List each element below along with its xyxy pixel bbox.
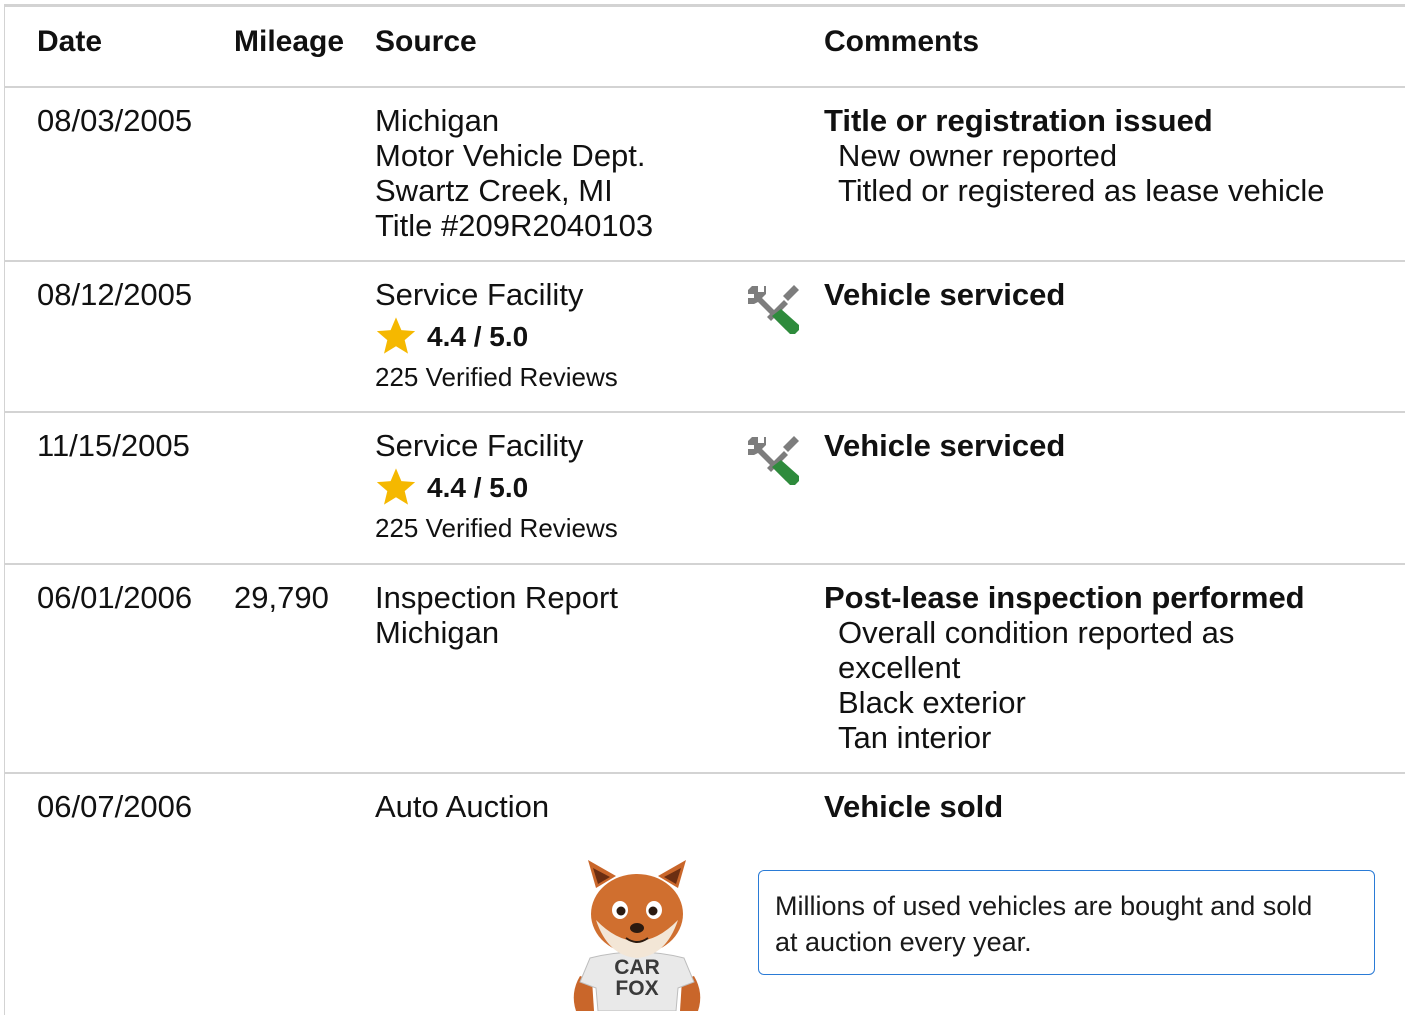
comment-detail: Titled or registered as lease vehicle <box>838 173 1325 208</box>
row-comments: Vehicle serviced <box>824 428 1065 463</box>
tip-text: at auction every year. <box>775 927 1032 957</box>
service-tools-icon <box>748 436 799 485</box>
row-date: 11/15/2005 <box>37 428 190 463</box>
comment-detail: Tan interior <box>838 720 992 755</box>
row-date: 06/07/2006 <box>37 789 193 824</box>
row-date: 08/03/2005 <box>37 103 193 138</box>
row-date: 08/12/2005 <box>37 277 193 312</box>
source-line: Service Facility <box>375 277 584 312</box>
row-comments: Title or registration issued New owner r… <box>824 103 1324 208</box>
rating-value: 4.4 / 5.0 <box>427 320 529 352</box>
source-line: Title #209R2040103 <box>375 208 654 243</box>
source-line: Motor Vehicle Dept. <box>375 138 646 173</box>
header-source: Source <box>375 25 477 58</box>
row-source: Auto Auction <box>375 789 549 824</box>
header-comments: Comments <box>824 25 980 58</box>
row-comments: Vehicle sold <box>824 789 1003 824</box>
row-source: Michigan Motor Vehicle Dept. Swartz Cree… <box>375 103 653 243</box>
comment-title: Vehicle sold <box>824 789 1004 824</box>
facility-rating: 4.4 / 5.0 <box>375 314 618 358</box>
row-comments: Post-lease inspection performed Overall … <box>824 580 1305 755</box>
row-source: Inspection Report Michigan <box>375 580 618 650</box>
source-line: Swartz Creek, MI <box>375 173 613 208</box>
comment-detail: New owner reported <box>838 138 1118 173</box>
row-comments: Vehicle serviced <box>824 277 1065 312</box>
source-line: Service Facility <box>375 428 584 463</box>
row-source: Service Facility 4.4 / 5.0 225 Verified … <box>375 428 618 543</box>
source-line: Auto Auction <box>375 789 550 824</box>
carfox-mascot-image: CAR FOX <box>573 860 701 1011</box>
rating-value: 4.4 / 5.0 <box>427 471 529 503</box>
comment-title: Title or registration issued <box>824 103 1213 138</box>
row-mileage: 29,790 <box>234 580 329 615</box>
facility-rating: 4.4 / 5.0 <box>375 465 618 509</box>
source-line: Inspection Report <box>375 580 618 615</box>
comment-title: Post-lease inspection performed <box>824 580 1305 615</box>
comment-detail: Overall condition reported as <box>838 615 1235 650</box>
table-row <box>4 413 1405 565</box>
row-date: 06/01/2006 <box>37 580 193 615</box>
star-icon <box>376 317 416 354</box>
source-line: Michigan <box>375 103 500 138</box>
comment-detail: Black exterior <box>838 685 1026 720</box>
auction-tip-box: Millions of used vehicles are bought and… <box>758 870 1375 975</box>
source-line: Michigan <box>375 615 500 650</box>
verified-reviews-link[interactable]: 225 Verified Reviews <box>375 513 618 543</box>
shirt-text: CAR <box>614 956 660 979</box>
header-mileage: Mileage <box>234 25 345 58</box>
service-tools-icon <box>748 285 799 334</box>
verified-reviews-link[interactable]: 225 Verified Reviews <box>375 362 618 392</box>
comment-title: Vehicle serviced <box>824 277 1066 312</box>
table-header-row <box>4 7 1405 88</box>
tip-text: Millions of used vehicles are bought and… <box>775 891 1313 921</box>
table-row <box>4 262 1405 413</box>
comment-title: Vehicle serviced <box>824 428 1066 463</box>
row-source: Service Facility 4.4 / 5.0 225 Verified … <box>375 277 618 392</box>
comment-detail: excellent <box>838 650 961 685</box>
shirt-text: FOX <box>615 977 658 1000</box>
star-icon <box>376 468 416 505</box>
header-date: Date <box>37 25 103 58</box>
